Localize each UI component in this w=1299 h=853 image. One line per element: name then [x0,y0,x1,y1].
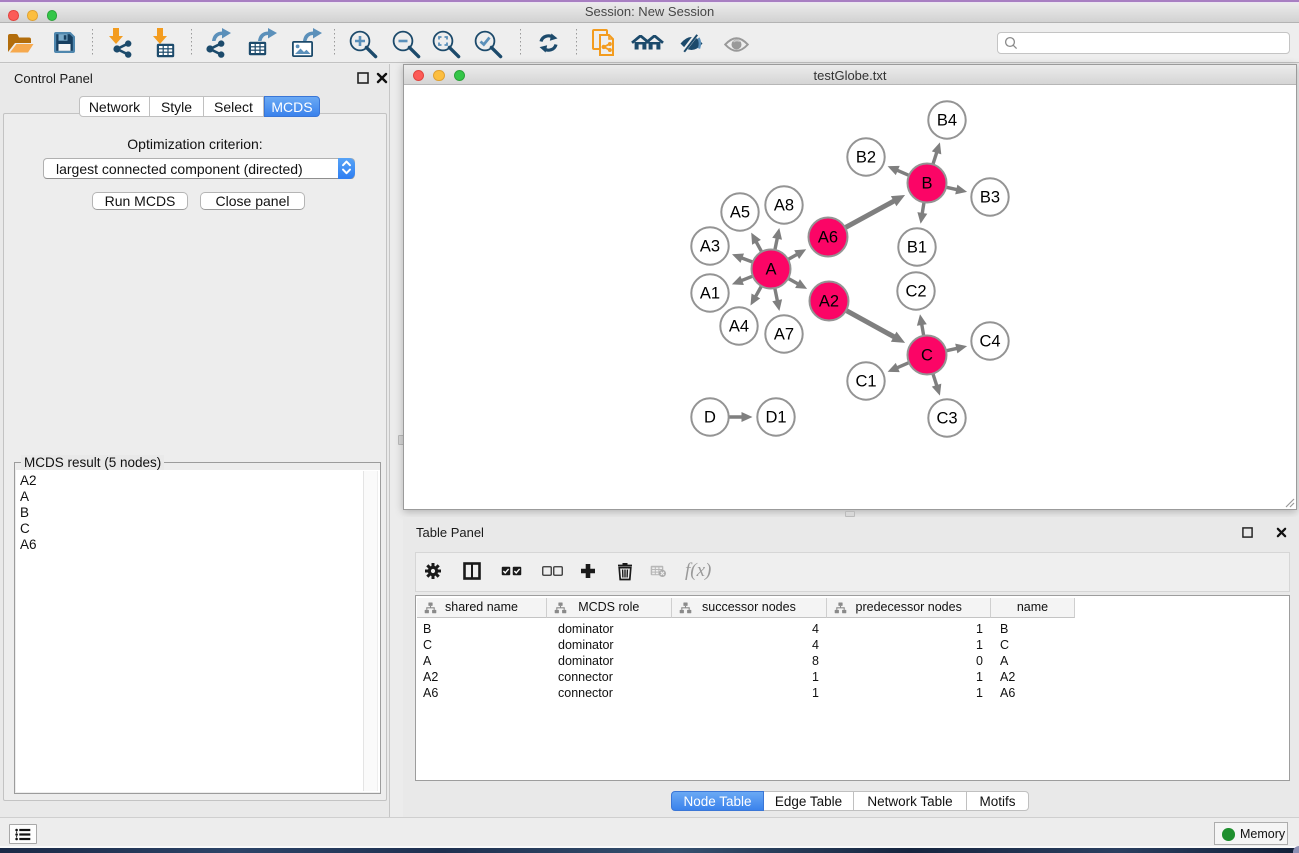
svg-text:A8: A8 [774,197,794,215]
svg-text:B3: B3 [980,189,1000,207]
svg-text:D: D [704,409,716,427]
svg-text:A5: A5 [730,204,750,222]
svg-text:B1: B1 [907,239,927,257]
svg-text:A6: A6 [818,229,838,247]
svg-text:B2: B2 [856,149,876,167]
svg-text:C2: C2 [905,283,926,301]
svg-text:C4: C4 [979,333,1000,351]
svg-text:A3: A3 [700,238,720,256]
svg-text:C3: C3 [936,410,957,428]
svg-text:D1: D1 [765,409,786,427]
svg-text:B4: B4 [937,112,957,130]
svg-text:B: B [921,175,932,193]
svg-text:A2: A2 [819,293,839,311]
svg-text:A7: A7 [774,326,794,344]
svg-text:A: A [765,261,776,279]
svg-text:C: C [921,347,933,365]
svg-text:A1: A1 [700,285,720,303]
svg-text:C1: C1 [855,373,876,391]
svg-text:A4: A4 [729,318,749,336]
